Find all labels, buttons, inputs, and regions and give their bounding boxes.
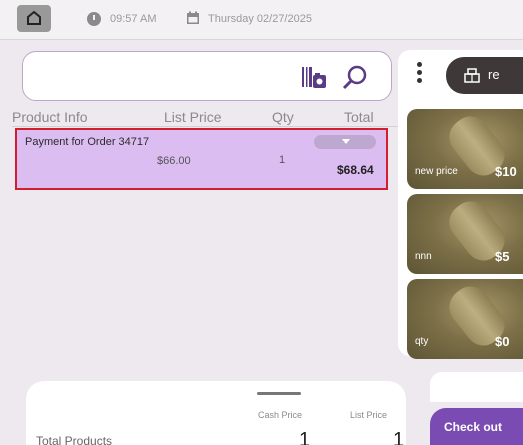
product-tile-name: nnn — [415, 251, 432, 262]
row-total: $68.64 — [337, 163, 374, 177]
clock-icon — [87, 12, 101, 26]
product-tile-new-price[interactable]: new price $10 — [407, 109, 523, 189]
column-header-qty: Qty — [272, 109, 294, 125]
column-header-product-info: Product Info — [12, 109, 88, 125]
calendar-icon — [187, 11, 199, 24]
status-bar: 09:57 AM Thursday 02/27/2025 — [0, 0, 523, 40]
product-tile-name: qty — [415, 336, 429, 347]
home-button[interactable] — [17, 5, 51, 32]
list-price-label: List Price — [350, 410, 388, 420]
more-menu-icon[interactable] — [417, 62, 423, 88]
cash-price-count: 1 — [299, 429, 311, 445]
search-icon[interactable] — [341, 64, 369, 92]
status-date: Thursday 02/27/2025 — [208, 13, 312, 25]
product-tile-price: $0 — [495, 334, 510, 349]
product-tile-name: new price — [415, 166, 458, 177]
product-tile-price: $10 — [495, 164, 517, 179]
table-row[interactable]: Payment for Order 34717 $66.00 1 $68.64 — [15, 128, 388, 190]
product-tile-nnn[interactable]: nnn $5 — [407, 194, 523, 274]
cart-panel: Product Info List Price Qty Total Paymen… — [12, 41, 402, 366]
list-price-count: 1 — [393, 429, 405, 445]
row-expand-toggle[interactable] — [314, 135, 376, 149]
column-header-list-price: List Price — [164, 109, 222, 125]
row-qty: 1 — [279, 154, 286, 166]
register-button-label: re — [488, 67, 500, 82]
register-icon — [464, 68, 480, 83]
product-tile-qty[interactable]: qty $0 — [407, 279, 523, 359]
drag-handle[interactable] — [257, 392, 301, 395]
status-time: 09:57 AM — [110, 13, 157, 25]
search-input[interactable] — [22, 51, 392, 101]
row-list-price: $66.00 — [157, 155, 191, 167]
header-divider — [12, 126, 402, 127]
secondary-action-panel — [430, 372, 523, 402]
total-products-label: Total Products — [36, 434, 113, 445]
product-grid-panel: re new price $10 nnn $5 qty $0 — [398, 50, 523, 359]
home-icon — [27, 10, 41, 25]
cash-price-label: Cash Price — [258, 410, 303, 420]
row-product-name: Payment for Order 34717 — [25, 136, 150, 148]
product-tile-price: $5 — [495, 249, 510, 264]
register-button[interactable]: re — [446, 57, 523, 94]
barcode-scan-icon[interactable] — [301, 66, 327, 90]
checkout-button[interactable]: Check out — [430, 408, 523, 445]
column-header-total: Total — [344, 109, 374, 125]
